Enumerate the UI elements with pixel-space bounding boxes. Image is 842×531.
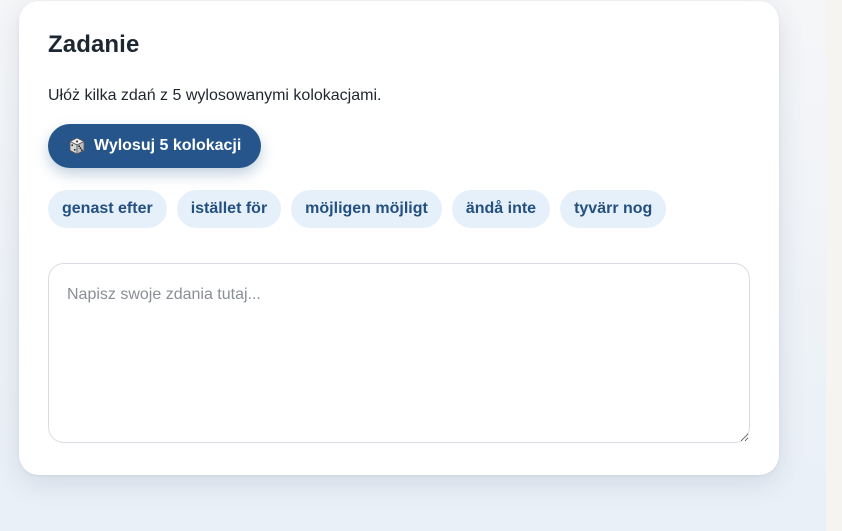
collocation-chip[interactable]: genast efter: [48, 190, 167, 228]
answer-textarea[interactable]: [48, 263, 750, 443]
draw-collocations-label: Wylosuj 5 kolokacji: [94, 137, 242, 154]
task-instruction: Ułóż kilka zdań z 5 wylosowanymi kolokac…: [48, 87, 382, 104]
collocation-chips: genast efter istället för möjligen möjli…: [48, 190, 667, 228]
task-title: Zadanie: [48, 31, 140, 58]
collocation-chip[interactable]: istället för: [176, 190, 282, 228]
draw-collocations-button[interactable]: Wylosuj 5 kolokacji: [48, 124, 262, 168]
collocation-chip[interactable]: ändå inte: [451, 190, 551, 228]
die-icon: [69, 137, 85, 155]
collocation-chip[interactable]: tyvärr nog: [560, 190, 667, 228]
task-card: Zadanie Ułóż kilka zdań z 5 wylosowanymi…: [19, 1, 779, 475]
collocation-chip[interactable]: möjligen möjligt: [291, 190, 442, 228]
